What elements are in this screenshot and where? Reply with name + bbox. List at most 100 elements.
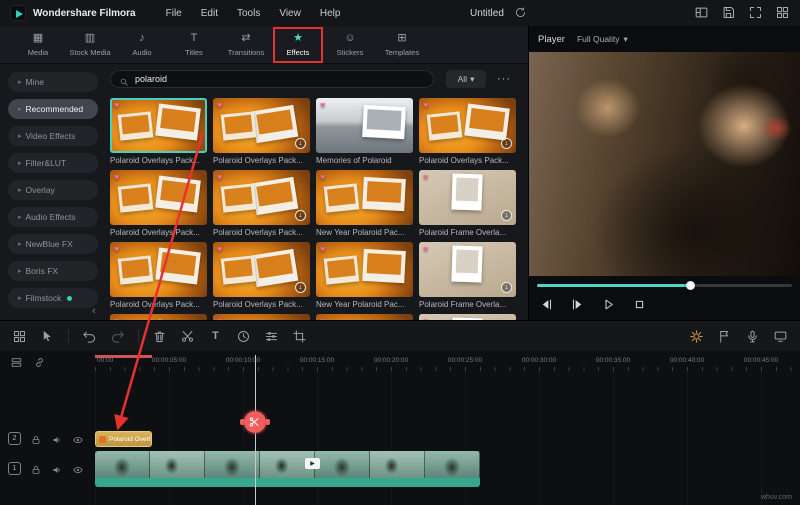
sidebar-item-audio-effects[interactable]: ▸ Audio Effects (8, 207, 98, 227)
menu-file[interactable]: File (166, 8, 182, 19)
apps-grid-icon[interactable] (775, 5, 790, 20)
favorite-heart-icon[interactable]: ♥ (114, 172, 119, 182)
menu-view[interactable]: View (279, 8, 301, 19)
download-icon[interactable]: ↓ (501, 282, 512, 293)
favorite-heart-icon[interactable]: ♥ (423, 100, 428, 110)
sync-icon[interactable] (514, 6, 527, 19)
effect-item[interactable]: ♥ Memories of Polaroid (316, 98, 413, 165)
download-icon[interactable]: ↓ (295, 282, 306, 293)
favorite-heart-icon[interactable]: ♥ (114, 100, 119, 110)
effect-item[interactable]: ♥ ↓ Polaroid Frame Overla... (419, 170, 516, 237)
effect-item[interactable]: ♥ New Year Polaroid Pac... (316, 170, 413, 237)
favorite-heart-icon[interactable]: ♥ (320, 100, 325, 110)
playhead-split-button[interactable] (240, 411, 270, 433)
sidebar-item-boris-fx[interactable]: ▸ Boris FX (8, 261, 98, 281)
undo-icon[interactable] (82, 329, 97, 344)
tab-titles[interactable]: T Titles (168, 26, 220, 63)
hide-eye-icon[interactable] (72, 433, 84, 445)
menu-help[interactable]: Help (320, 8, 341, 19)
effect-item[interactable]: ♥ ↓ Polaroid Overlays Pack... (213, 242, 310, 309)
effect-item[interactable]: ♥ ↓ Polaroid Frame Overla... (419, 242, 516, 309)
lock-icon[interactable] (30, 463, 42, 475)
sidebar-item-mine[interactable]: ▸ Mine (8, 72, 98, 92)
tab-effects[interactable]: ★ Effects (272, 26, 324, 63)
favorite-heart-icon[interactable]: ♥ (423, 172, 428, 182)
favorite-heart-icon[interactable]: ♥ (217, 244, 222, 254)
redo-icon[interactable] (110, 329, 125, 344)
favorite-heart-icon[interactable]: ♥ (320, 172, 325, 182)
sidebar-collapse-button[interactable]: ‹ (92, 305, 96, 317)
menu-edit[interactable]: Edit (201, 8, 218, 19)
more-options-button[interactable]: ··· (497, 70, 511, 88)
sidebar-item-filter-lut[interactable]: ▸ Filter&LUT (8, 153, 98, 173)
effect-item[interactable]: ♥ ↓ Polaroid Overlays Pack... (419, 98, 516, 165)
screen-record-icon[interactable] (773, 329, 788, 344)
previous-frame-button[interactable] (539, 297, 554, 312)
favorite-heart-icon[interactable]: ♥ (114, 316, 119, 320)
mute-speaker-icon[interactable] (51, 463, 63, 475)
favorite-heart-icon[interactable]: ♥ (217, 316, 222, 320)
effect-item[interactable]: ♥ Polaroid Overlays Pack... (110, 170, 207, 237)
download-icon[interactable]: ↓ (501, 210, 512, 221)
adjust-sliders-icon[interactable] (264, 329, 279, 344)
tab-stickers[interactable]: ☺ Stickers (324, 26, 376, 63)
progress-knob[interactable] (686, 281, 695, 290)
select-tool-icon[interactable] (40, 329, 55, 344)
render-preview-icon[interactable] (689, 329, 704, 344)
crop-icon[interactable] (292, 329, 307, 344)
hide-eye-icon[interactable] (72, 463, 84, 475)
fullscreen-icon[interactable] (748, 5, 763, 20)
stop-button[interactable] (632, 297, 647, 312)
favorite-heart-icon[interactable]: ♥ (114, 244, 119, 254)
video-clip[interactable]: ▶ (95, 451, 480, 487)
quality-dropdown[interactable]: Full Quality ▾ (577, 34, 628, 45)
delete-icon[interactable] (152, 329, 167, 344)
favorite-heart-icon[interactable]: ♥ (320, 244, 325, 254)
play-button[interactable] (601, 297, 616, 312)
timeline-ruler[interactable]: 00:00 00:00:05:00 00:00:10:00 00:00:15:0… (95, 355, 800, 371)
effect-item[interactable]: ♥ Polaroid Overlays Pack... (110, 242, 207, 309)
sidebar-item-overlay[interactable]: ▸ Overlay (8, 180, 98, 200)
layout-panels-icon[interactable] (694, 5, 709, 20)
tab-audio[interactable]: ♪ Audio (116, 26, 168, 63)
tab-templates[interactable]: ⊞ Templates (376, 26, 428, 63)
marker-flag-icon[interactable] (717, 329, 732, 344)
media-view-icon[interactable] (12, 329, 27, 344)
favorite-heart-icon[interactable]: ♥ (320, 316, 325, 320)
effect-item[interactable]: ♥ Polaroid Overlays Pack... (110, 98, 207, 165)
sidebar-item-video-effects[interactable]: ▸ Video Effects (8, 126, 98, 146)
lock-icon[interactable] (30, 433, 42, 445)
download-icon[interactable]: ↓ (501, 138, 512, 149)
voiceover-mic-icon[interactable] (745, 329, 760, 344)
playback-progress-bar[interactable] (537, 281, 792, 290)
video-preview[interactable] (529, 52, 800, 276)
next-frame-button[interactable] (570, 297, 585, 312)
link-clips-icon[interactable] (33, 356, 46, 369)
sidebar-item-newblue-fx[interactable]: ▸ NewBlue FX (8, 234, 98, 254)
sidebar-item-filmstock[interactable]: ▸ Filmstock (8, 288, 98, 308)
speed-clock-icon[interactable] (236, 329, 251, 344)
favorite-heart-icon[interactable]: ♥ (423, 244, 428, 254)
save-icon[interactable] (721, 5, 736, 20)
favorite-heart-icon[interactable]: ♥ (217, 172, 222, 182)
favorite-heart-icon[interactable]: ♥ (217, 100, 222, 110)
favorite-heart-icon[interactable]: ♥ (423, 316, 428, 320)
overlay-effect-clip[interactable]: Polaroid Overl... (95, 431, 152, 447)
sidebar-item-recommended[interactable]: ▸ Recommended (8, 99, 98, 119)
menu-tools[interactable]: Tools (237, 8, 260, 19)
split-scissors-icon[interactable] (180, 329, 195, 344)
search-input[interactable] (135, 74, 425, 84)
tab-media[interactable]: ▦ Media (12, 26, 64, 63)
mute-speaker-icon[interactable] (51, 433, 63, 445)
effect-item[interactable]: ♥ New Year Polaroid Pac... (316, 242, 413, 309)
tab-transitions[interactable]: ⇄ Transitions (220, 26, 272, 63)
manage-tracks-icon[interactable] (10, 356, 23, 369)
tab-stock-media[interactable]: ▥ Stock Media (64, 26, 116, 63)
download-icon[interactable]: ↓ (295, 210, 306, 221)
download-icon[interactable]: ↓ (295, 138, 306, 149)
text-tool-icon[interactable]: T (208, 329, 223, 344)
effect-item[interactable]: ♥ ↓ Polaroid Overlays Pack... (213, 98, 310, 165)
filter-dropdown[interactable]: All ▾ (446, 70, 486, 88)
effect-item[interactable]: ♥ ↓ Polaroid Overlays Pack... (213, 170, 310, 237)
toolbar-divider (68, 329, 69, 343)
